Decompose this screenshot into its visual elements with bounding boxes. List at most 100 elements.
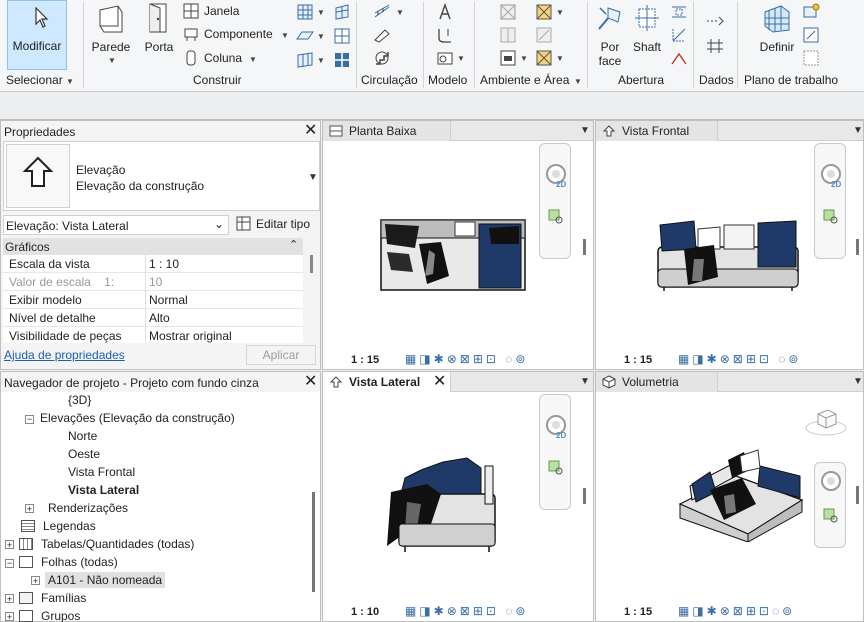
navigation-bar[interactable]: 2D	[539, 394, 571, 510]
zoom-icon[interactable]	[547, 208, 565, 226]
shaft-button[interactable]: Shaft	[630, 2, 664, 68]
property-row[interactable]: Nível de detalhe Alto	[3, 309, 303, 327]
tree-item[interactable]: Oeste	[68, 447, 100, 465]
property-row[interactable]: Visibilidade de peças Mostrar original	[3, 327, 303, 343]
ref-plane-icon[interactable]	[802, 26, 820, 44]
ramp-icon[interactable]	[373, 26, 391, 44]
close-icon[interactable]: ✕	[304, 374, 317, 390]
browser-scrollbar[interactable]	[312, 492, 315, 592]
tree-item[interactable]: Norte	[68, 429, 97, 447]
view-scale[interactable]: 1 : 15	[351, 354, 379, 366]
collapse-icon[interactable]: −	[25, 415, 34, 424]
room-separator-icon[interactable]	[499, 26, 517, 44]
property-row[interactable]: Escala da vista 1 : 10	[3, 255, 303, 273]
zoom-icon[interactable]	[822, 507, 840, 525]
tree-item-selected[interactable]: + A101 - Não nomeada	[31, 572, 166, 591]
curtain-grid-icon[interactable]	[333, 27, 351, 45]
wall-opening-icon[interactable]	[670, 3, 688, 21]
zoom-icon[interactable]	[822, 208, 840, 226]
tree-item[interactable]: + Famílias	[5, 591, 86, 609]
grid-icon[interactable]	[705, 37, 725, 55]
door-button[interactable]: Porta	[140, 2, 178, 68]
tree-item[interactable]: Legendas	[21, 519, 96, 537]
tree-item-active[interactable]: Vista Lateral	[68, 483, 139, 501]
type-dropdown-icon[interactable]: ▼	[308, 172, 318, 183]
set-workplane-button[interactable]: Definir	[755, 2, 799, 68]
tree-item[interactable]: − Folhas (todas)	[5, 555, 118, 573]
view-scrollbar[interactable]	[583, 488, 586, 504]
area-icon[interactable]	[535, 3, 553, 21]
vertical-opening-icon[interactable]	[670, 26, 688, 44]
column-button[interactable]: Coluna ▼	[183, 50, 263, 68]
collapse-icon[interactable]: −	[5, 559, 14, 568]
instance-selector[interactable]: Elevação: Vista Lateral ⌄	[3, 215, 229, 235]
navigation-bar[interactable]: 2D	[539, 143, 571, 259]
steering-wheel-icon[interactable]	[819, 469, 843, 493]
tab-plan[interactable]: Planta Baixa	[323, 121, 451, 141]
room-tag-icon[interactable]	[499, 49, 517, 67]
view-controls-icons[interactable]: ▦◨✱⊗⊠⊞⊡ ◌⊚	[405, 604, 528, 618]
view-controls-icons[interactable]: ▦◨✱⊗⊠⊞⊡ ◌⊚	[678, 352, 801, 366]
expand-icon[interactable]: +	[31, 576, 40, 586]
view-scale[interactable]: 1 : 15	[624, 354, 652, 366]
zoom-icon[interactable]	[547, 459, 565, 477]
tab-front[interactable]: Vista Frontal	[596, 121, 718, 141]
expand-icon[interactable]: +	[5, 612, 14, 622]
group-header-graphics[interactable]: Gráficos ⌃	[3, 238, 303, 255]
view-scrollbar[interactable]	[856, 486, 859, 504]
view-menu-icon[interactable]: ▼	[580, 376, 590, 387]
properties-scrollbar[interactable]	[310, 255, 313, 273]
model-line-icon[interactable]	[436, 26, 454, 44]
close-tab-icon[interactable]: ✕	[433, 374, 446, 390]
curtain-system-icon[interactable]	[296, 51, 314, 69]
component-button[interactable]: Componente ▼	[183, 26, 293, 44]
tab-side[interactable]: Vista Lateral ✕	[323, 372, 451, 392]
view-menu-icon[interactable]: ▼	[580, 125, 590, 136]
properties-help-link[interactable]: Ajuda de propriedades	[4, 348, 125, 362]
tree-item[interactable]: {3D}	[68, 393, 91, 411]
wall-button[interactable]: Parede ▼	[88, 2, 134, 68]
ceiling-icon[interactable]	[333, 3, 351, 21]
select-panel-title[interactable]: Selecionar ▼	[6, 73, 74, 87]
dormer-icon[interactable]	[670, 49, 688, 67]
roof-icon[interactable]	[296, 3, 314, 21]
floor-icon[interactable]	[296, 27, 314, 45]
view-menu-icon[interactable]: ▼	[853, 376, 863, 387]
type-selector[interactable]: Elevação Elevação da construção ▼	[3, 141, 320, 211]
tree-item[interactable]: + Renderizações	[25, 501, 128, 519]
window-button[interactable]: Janela	[183, 3, 263, 21]
viewer-icon[interactable]	[802, 49, 820, 67]
navigation-bar[interactable]	[814, 462, 846, 548]
tree-item[interactable]: Vista Frontal	[68, 465, 135, 483]
view-scrollbar[interactable]	[856, 239, 859, 255]
apply-button[interactable]: Aplicar	[246, 345, 316, 365]
expand-icon[interactable]: +	[25, 504, 34, 514]
edit-type-button[interactable]: Editar tipo	[234, 215, 320, 235]
view-controls-icons[interactable]: ▦◨✱⊗⊠⊞⊡ ◌⊚	[405, 352, 528, 366]
close-icon[interactable]: ✕	[304, 123, 317, 139]
model-group-icon[interactable]	[436, 49, 454, 67]
railing-icon[interactable]	[373, 3, 391, 21]
view-controls-icons[interactable]: ▦◨✱⊗⊠⊞⊡◌⊚	[678, 604, 795, 618]
show-workplane-icon[interactable]	[802, 3, 820, 21]
viewcube-icon[interactable]	[804, 406, 848, 438]
level-icon[interactable]	[705, 12, 725, 30]
tree-item[interactable]: + Grupos	[5, 609, 80, 622]
view-scale[interactable]: 1 : 15	[624, 606, 652, 618]
view-scale[interactable]: 1 : 10	[351, 606, 379, 618]
model-text-icon[interactable]	[436, 3, 454, 21]
modify-button[interactable]: Modificar	[7, 0, 67, 70]
mullion-icon[interactable]	[333, 51, 351, 69]
view-menu-icon[interactable]: ▼	[853, 125, 863, 136]
navigation-bar[interactable]: 2D	[814, 143, 846, 259]
tree-item[interactable]: + Tabelas/Quantidades (todas)	[5, 537, 194, 555]
by-face-button[interactable]: Por face	[593, 2, 627, 68]
tree-item[interactable]: − Elevações (Elevação da construção)	[25, 411, 235, 429]
expand-icon[interactable]: +	[5, 540, 14, 550]
area-boundary-icon[interactable]	[535, 26, 553, 44]
view-scrollbar[interactable]	[583, 239, 586, 255]
room-icon[interactable]	[499, 3, 517, 21]
tab-3d[interactable]: Volumetria	[596, 372, 718, 392]
stair-icon[interactable]	[373, 49, 391, 67]
expand-icon[interactable]: +	[5, 594, 14, 604]
